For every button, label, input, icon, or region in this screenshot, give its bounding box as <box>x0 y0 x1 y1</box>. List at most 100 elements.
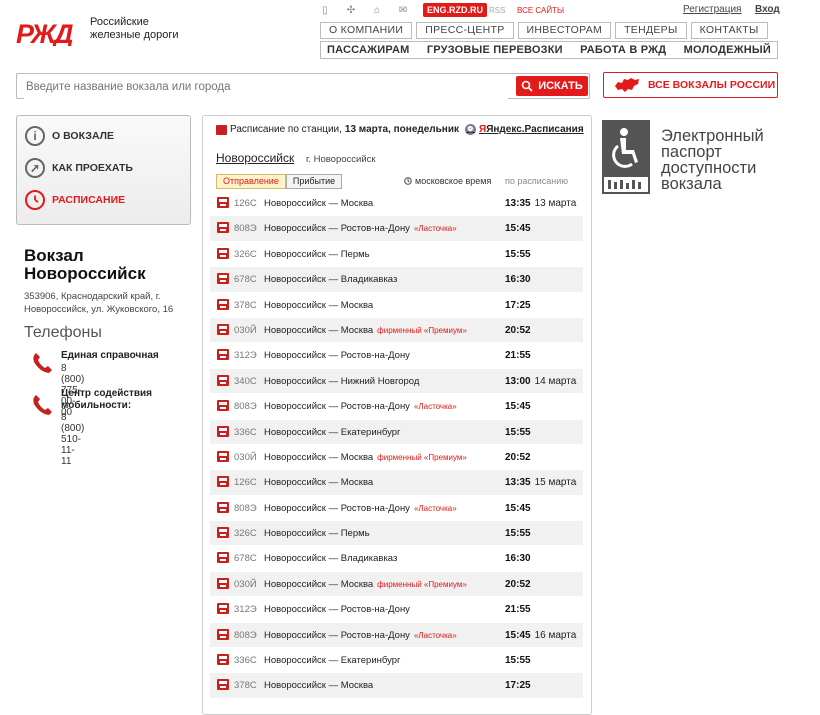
table-row[interactable]: 336С Новороссийск — Екатеринбург 15:55 <box>210 419 583 445</box>
table-row[interactable]: 312Э Новороссийск — Ростов-на-Дону 21:55 <box>210 597 583 623</box>
table-row[interactable]: 808Э Новороссийск — Ростов-на-Дону «Ласточ… <box>210 622 583 649</box>
route-name[interactable]: Новороссийск — Москва <box>264 198 373 209</box>
sitemap-icon[interactable]: ✣ <box>344 5 358 17</box>
route-name[interactable]: Новороссийск — Владикавказ <box>264 274 397 285</box>
accessibility-passport-link[interactable]: Электронный паспорт доступности вокзала <box>661 128 801 193</box>
train-number[interactable]: 336С <box>234 427 257 438</box>
menu-item-schedule[interactable]: РАСПИСАНИЕ <box>25 190 125 210</box>
train-number[interactable]: 378С <box>234 680 257 691</box>
route-name[interactable]: Новороссийск — Москва <box>264 680 373 691</box>
table-row[interactable]: 378С Новороссийск — Москва 17:25 <box>210 673 583 699</box>
route-name[interactable]: Новороссийск — Ростов-на-Дону <box>264 401 410 412</box>
login-link[interactable]: Вход <box>755 4 780 15</box>
route-name[interactable]: Новороссийск — Ростов-на-Дону <box>264 350 410 361</box>
tab-departure[interactable]: Отправление <box>216 174 286 189</box>
route-name[interactable]: Новороссийск — Ростов-на-Дону <box>264 630 410 641</box>
nav-press[interactable]: ПРЕСС-ЦЕНТР <box>416 22 514 39</box>
train-number[interactable]: 326С <box>234 249 257 260</box>
table-row[interactable]: 326С Новороссийск — Пермь 15:55 <box>210 521 583 547</box>
nav-contacts[interactable]: КОНТАКТЫ <box>690 22 768 39</box>
rss-link[interactable]: RSS <box>489 6 505 15</box>
table-row[interactable]: 336С Новороссийск — Екатеринбург 15:55 <box>210 648 583 674</box>
mail-icon[interactable]: ✉ <box>396 5 410 17</box>
nav-tenders[interactable]: ТЕНДЕРЫ <box>615 22 687 39</box>
train-number[interactable]: 312Э <box>234 604 257 615</box>
table-row[interactable]: 126С Новороссийск — Москва 13:35 13 марта <box>210 191 583 217</box>
table-row[interactable]: 678С Новороссийск — Владикавказ 16:30 <box>210 267 583 293</box>
schedule-header-prefix: Расписание по станции, <box>230 124 342 135</box>
search-input[interactable] <box>24 75 508 99</box>
train-number[interactable]: 808Э <box>234 223 257 234</box>
train-number[interactable]: 340С <box>234 376 257 387</box>
train-number[interactable]: 378С <box>234 300 257 311</box>
table-row[interactable]: 030Й Новороссийск — Москва фирменный «Прем… <box>210 444 583 471</box>
train-number[interactable]: 808Э <box>234 630 257 641</box>
table-row[interactable]: 678С Новороссийск — Владикавказ 16:30 <box>210 546 583 572</box>
route-name[interactable]: Новороссийск — Екатеринбург <box>264 427 401 438</box>
phone-number[interactable]: 8 (800) 510-11-11 <box>61 412 84 467</box>
table-row[interactable]: 808Э Новороссийск — Ростов-на-Дону «Ласточ… <box>210 394 583 420</box>
table-row[interactable]: 340С Новороссийск — Нижний Новгород 13:00 1… <box>210 368 583 395</box>
eng-site-link[interactable]: ENG.RZD.RU <box>423 3 487 17</box>
table-row[interactable]: 126С Новороссийск — Москва 13:35 15 марта <box>210 470 583 496</box>
train-icon <box>217 628 229 640</box>
route-name[interactable]: Новороссийск — Пермь <box>264 528 370 539</box>
time-mode[interactable]: московское время <box>404 176 491 186</box>
menu-item-directions[interactable]: ➚ КАК ПРОЕХАТЬ <box>25 158 133 178</box>
nav-freight[interactable]: ГРУЗОВЫЕ ПЕРЕВОЗКИ <box>427 44 563 56</box>
train-number[interactable]: 126С <box>234 477 257 488</box>
route-name[interactable]: Новороссийск — Москва <box>264 452 373 463</box>
nav-passengers[interactable]: ПАССАЖИРАМ <box>327 44 409 56</box>
route-name[interactable]: Новороссийск — Ростов-на-Дону <box>264 223 410 234</box>
time-value: 17:25 <box>505 680 531 692</box>
tab-arrival[interactable]: Прибытие <box>285 174 343 189</box>
train-number[interactable]: 312Э <box>234 350 257 361</box>
all-stations-button[interactable]: ВСЕ ВОКЗАЛЫ РОССИИ <box>603 72 778 98</box>
menu-item-about[interactable]: i О ВОКЗАЛЕ <box>25 126 114 146</box>
rzd-logo[interactable]: РЖД <box>16 20 82 46</box>
route-name[interactable]: Новороссийск — Москва <box>264 325 373 336</box>
route-name[interactable]: Новороссийск — Москва <box>264 300 373 311</box>
train-number[interactable]: 336С <box>234 655 257 666</box>
train-number[interactable]: 030Й <box>234 325 257 336</box>
train-number[interactable]: 808Э <box>234 401 257 412</box>
train-number[interactable]: 678С <box>234 274 257 285</box>
route-name[interactable]: Новороссийск — Москва <box>264 579 373 590</box>
train-number[interactable]: 030Й <box>234 452 257 463</box>
route-name[interactable]: Новороссийск — Москва <box>264 477 373 488</box>
route-name[interactable]: Новороссийск — Екатеринбург <box>264 655 401 666</box>
table-row[interactable]: 808Э Новороссийск — Ростов-на-Дону «Ласточ… <box>210 495 583 522</box>
nav-careers[interactable]: РАБОТА В РЖД <box>580 44 666 56</box>
route-name[interactable]: Новороссийск — Ростов-на-Дону <box>264 604 410 615</box>
train-number[interactable]: 326С <box>234 528 257 539</box>
train-number[interactable]: 808Э <box>234 503 257 514</box>
route-name[interactable]: Новороссийск — Ростов-на-Дону <box>264 503 410 514</box>
train-route: Новороссийск — Ростов-на-Дону «Ласточка» <box>264 223 457 234</box>
train-icon <box>217 476 229 488</box>
train-number[interactable]: 030Й <box>234 579 257 590</box>
table-row[interactable]: 030Й Новороссийск — Москва фирменный «Прем… <box>210 571 583 598</box>
table-row[interactable]: 326С Новороссийск — Пермь 15:55 <box>210 241 583 268</box>
table-row[interactable]: 312Э Новороссийск — Ростов-на-Дону 21:55 <box>210 343 583 369</box>
station-link[interactable]: Новороссийск <box>216 151 294 165</box>
train-icon <box>217 374 229 386</box>
nav-about[interactable]: О КОМПАНИИ <box>320 22 413 39</box>
yandex-schedules-link[interactable]: ⌚ ЯЯндекс.Расписания <box>465 124 584 135</box>
nav-youth[interactable]: МОЛОДЕЖНЫЙ <box>684 44 771 56</box>
route-name[interactable]: Новороссийск — Владикавказ <box>264 553 397 564</box>
home-icon[interactable]: ⌂ <box>370 5 384 17</box>
train-number[interactable]: 126С <box>234 198 257 209</box>
table-row[interactable]: 030Й Новороссийск — Москва фирменный «Прем… <box>210 317 583 344</box>
all-sites-link[interactable]: ВСЕ САЙТЫ <box>517 6 564 15</box>
time-mode-label: московское время <box>415 176 492 186</box>
table-row[interactable]: 378С Новороссийск — Москва 17:25 <box>210 292 583 318</box>
accessibility-icon[interactable] <box>602 120 650 194</box>
train-number[interactable]: 678С <box>234 553 257 564</box>
route-name[interactable]: Новороссийск — Пермь <box>264 249 370 260</box>
table-row[interactable]: 808Э Новороссийск — Ростов-на-Дону «Ласточ… <box>210 216 583 242</box>
search-button[interactable]: ИСКАТЬ <box>516 76 588 96</box>
nav-investors[interactable]: ИНВЕСТОРАМ <box>517 22 612 39</box>
mobile-icon[interactable]: ▯ <box>318 5 332 17</box>
route-name[interactable]: Новороссийск — Нижний Новгород <box>264 376 419 387</box>
register-link[interactable]: Регистрация <box>683 4 741 15</box>
